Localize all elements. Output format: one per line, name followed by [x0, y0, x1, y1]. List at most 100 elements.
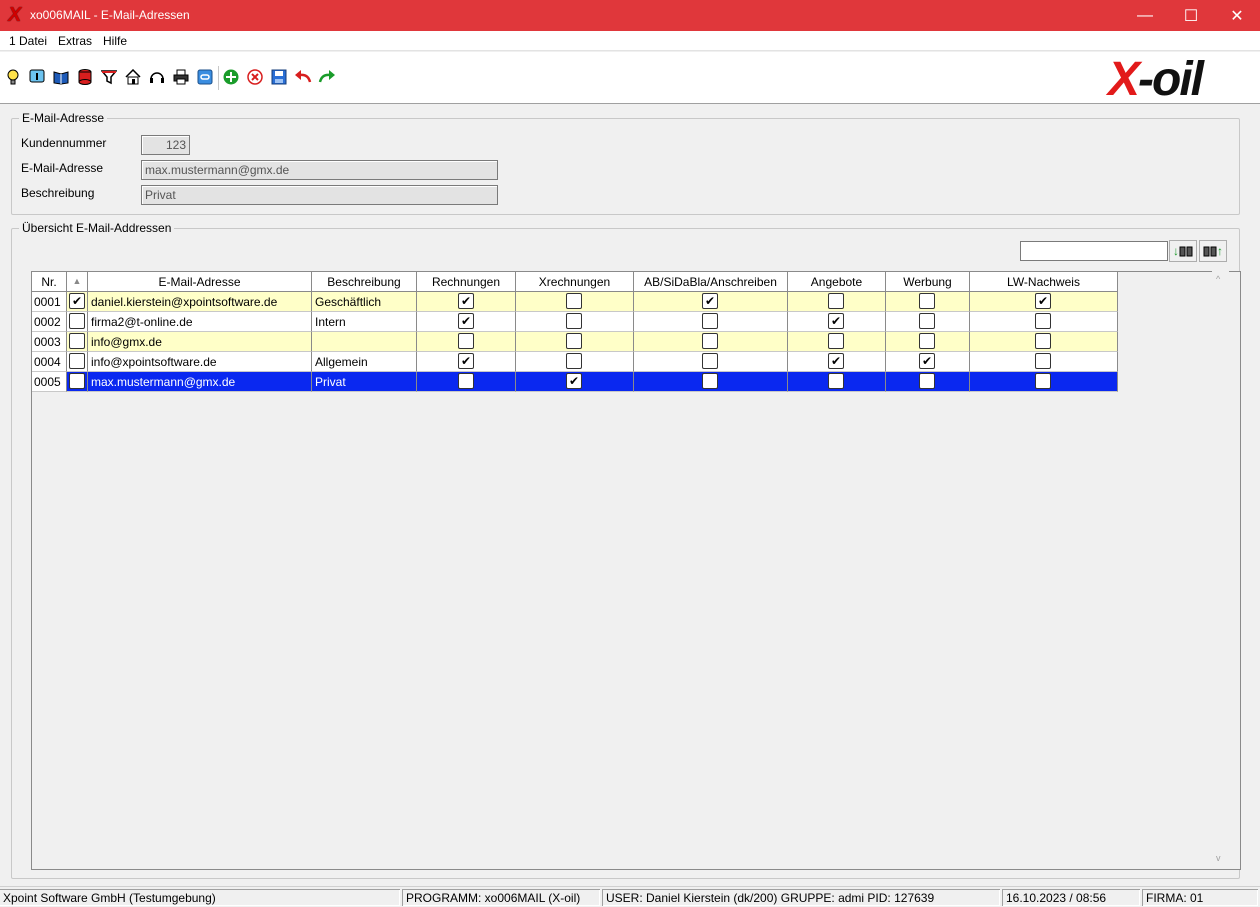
column-header-nr[interactable]: Nr.: [32, 272, 67, 292]
angebote-checkbox[interactable]: ✔: [828, 353, 844, 369]
row-select-checkbox[interactable]: [69, 313, 85, 329]
lw-nachweis-checkbox[interactable]: ✔: [1035, 293, 1051, 309]
ab-sidabla-anschreiben-checkbox[interactable]: ✔: [702, 293, 718, 309]
minimize-button[interactable]: —: [1122, 0, 1168, 31]
xrechnungen-cell[interactable]: [516, 292, 634, 312]
rechnungen-cell[interactable]: ✔: [417, 292, 516, 312]
add-icon[interactable]: [222, 68, 240, 86]
ab-sidabla-anschreiben-checkbox[interactable]: [702, 333, 718, 349]
xrechnungen-cell[interactable]: ✔: [516, 372, 634, 392]
xrechnungen-cell[interactable]: [516, 352, 634, 372]
email-grid[interactable]: Nr. ▲ E-Mail-Adresse Beschreibung Rechnungen…: [31, 271, 1241, 870]
lw-nachweis-cell[interactable]: [970, 332, 1118, 352]
row-select-checkbox[interactable]: [69, 333, 85, 349]
column-header-sort[interactable]: ▲: [67, 272, 88, 292]
column-header-xrechnungen[interactable]: Xrechnungen: [516, 272, 634, 292]
werbung-cell[interactable]: [886, 312, 970, 332]
lw-nachweis-checkbox[interactable]: [1035, 373, 1051, 389]
angebote-cell[interactable]: ✔: [788, 312, 886, 332]
email-cell[interactable]: max.mustermann@gmx.de: [88, 372, 312, 392]
search-input[interactable]: [1020, 241, 1168, 261]
email-cell[interactable]: firma2@t-online.de: [88, 312, 312, 332]
lw-nachweis-cell[interactable]: ✔: [970, 292, 1118, 312]
ab-sidabla-anschreiben-checkbox[interactable]: [702, 353, 718, 369]
angebote-cell[interactable]: [788, 332, 886, 352]
email-cell[interactable]: daniel.kierstein@xpointsoftware.de: [88, 292, 312, 312]
ab-sidabla-anschreiben-cell[interactable]: [634, 352, 788, 372]
column-header-werbung[interactable]: Werbung: [886, 272, 970, 292]
ab-sidabla-anschreiben-cell[interactable]: [634, 332, 788, 352]
table-row[interactable]: 0001 ✔ daniel.kierstein@xpointsoftware.de G…: [32, 292, 1118, 312]
email-field[interactable]: max.mustermann@gmx.de: [141, 160, 498, 180]
redo-icon[interactable]: [318, 68, 336, 86]
ab-sidabla-anschreiben-cell[interactable]: [634, 312, 788, 332]
row-number-cell[interactable]: 0001: [32, 292, 67, 312]
rechnungen-checkbox[interactable]: [458, 333, 474, 349]
printer-icon[interactable]: [172, 68, 190, 86]
menu-extras[interactable]: Extras: [58, 34, 92, 48]
xrechnungen-checkbox[interactable]: [566, 353, 582, 369]
maximize-button[interactable]: ☐: [1168, 0, 1214, 31]
lw-nachweis-checkbox[interactable]: [1035, 353, 1051, 369]
column-header-rechnungen[interactable]: Rechnungen: [417, 272, 516, 292]
lw-nachweis-checkbox[interactable]: [1035, 313, 1051, 329]
email-cell[interactable]: info@gmx.de: [88, 332, 312, 352]
rechnungen-cell[interactable]: ✔: [417, 312, 516, 332]
werbung-checkbox[interactable]: [919, 313, 935, 329]
menu-datei[interactable]: 1 Datei: [9, 34, 47, 48]
ab-sidabla-anschreiben-checkbox[interactable]: [702, 313, 718, 329]
menu-hilfe[interactable]: Hilfe: [103, 34, 127, 48]
werbung-cell[interactable]: [886, 332, 970, 352]
row-select-checkbox[interactable]: [69, 373, 85, 389]
column-header-ab-sidabla-anschreiben[interactable]: AB/SiDaBla/Anschreiben: [634, 272, 788, 292]
werbung-cell[interactable]: [886, 372, 970, 392]
table-row[interactable]: 0002 firma2@t-online.de Intern ✔ ✔: [32, 312, 1118, 332]
book-icon[interactable]: [52, 68, 70, 86]
delete-icon[interactable]: [246, 68, 264, 86]
beschreibung-cell[interactable]: [312, 332, 417, 352]
link-icon[interactable]: [196, 68, 214, 86]
rechnungen-cell[interactable]: ✔: [417, 352, 516, 372]
row-select-cell[interactable]: [67, 352, 88, 372]
lightbulb-icon[interactable]: [4, 68, 22, 86]
beschreibung-cell[interactable]: Intern: [312, 312, 417, 332]
row-select-cell[interactable]: ✔: [67, 292, 88, 312]
vertical-scrollbar[interactable]: ^ v: [1212, 271, 1229, 868]
rechnungen-checkbox[interactable]: ✔: [458, 293, 474, 309]
ab-sidabla-anschreiben-checkbox[interactable]: [702, 373, 718, 389]
rechnungen-cell[interactable]: [417, 372, 516, 392]
beschreibung-cell[interactable]: Geschäftlich: [312, 292, 417, 312]
werbung-checkbox[interactable]: ✔: [919, 353, 935, 369]
lw-nachweis-cell[interactable]: [970, 372, 1118, 392]
row-select-cell[interactable]: [67, 332, 88, 352]
rechnungen-cell[interactable]: [417, 332, 516, 352]
angebote-checkbox[interactable]: [828, 293, 844, 309]
close-button[interactable]: ✕: [1214, 0, 1260, 31]
email-cell[interactable]: info@xpointsoftware.de: [88, 352, 312, 372]
angebote-cell[interactable]: [788, 292, 886, 312]
angebote-checkbox[interactable]: [828, 373, 844, 389]
xrechnungen-cell[interactable]: [516, 332, 634, 352]
rechnungen-checkbox[interactable]: ✔: [458, 353, 474, 369]
werbung-checkbox[interactable]: [919, 333, 935, 349]
lw-nachweis-cell[interactable]: [970, 352, 1118, 372]
search-up-button[interactable]: ↑: [1199, 240, 1227, 262]
xrechnungen-checkbox[interactable]: ✔: [566, 373, 582, 389]
table-row[interactable]: 0005 max.mustermann@gmx.de Privat ✔: [32, 372, 1118, 392]
column-header-lw-nachweis[interactable]: LW-Nachweis: [970, 272, 1118, 292]
xrechnungen-cell[interactable]: [516, 312, 634, 332]
beschreibung-cell[interactable]: Privat: [312, 372, 417, 392]
row-select-cell[interactable]: [67, 372, 88, 392]
ab-sidabla-anschreiben-cell[interactable]: ✔: [634, 292, 788, 312]
angebote-cell[interactable]: ✔: [788, 352, 886, 372]
row-number-cell[interactable]: 0003: [32, 332, 67, 352]
beschreibung-cell[interactable]: Allgemein: [312, 352, 417, 372]
werbung-cell[interactable]: ✔: [886, 352, 970, 372]
home-icon[interactable]: [124, 68, 142, 86]
filter-icon[interactable]: [100, 68, 118, 86]
scroll-up-icon[interactable]: ^: [1216, 274, 1220, 284]
table-row[interactable]: 0004 info@xpointsoftware.de Allgemein ✔ ✔ ✔: [32, 352, 1118, 372]
scroll-down-icon[interactable]: v: [1216, 853, 1221, 863]
lw-nachweis-cell[interactable]: [970, 312, 1118, 332]
table-row[interactable]: 0003 info@gmx.de: [32, 332, 1118, 352]
